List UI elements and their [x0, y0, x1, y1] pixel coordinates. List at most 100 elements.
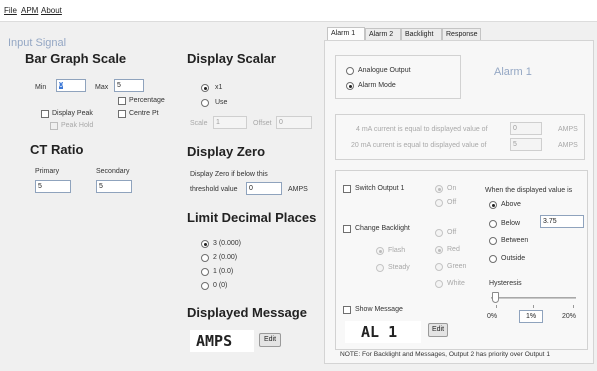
min-label: Min	[35, 84, 47, 91]
change-backlight-checkbox[interactable]	[343, 225, 351, 233]
backlight-flash-radio[interactable]	[376, 247, 384, 255]
decimal-0-radio[interactable]	[201, 282, 209, 290]
offset-input[interactable]: 0	[276, 116, 312, 129]
input-signal-title: Input Signal	[8, 37, 67, 49]
ma4-label: 4 mA current is equal to displayed value…	[356, 126, 488, 133]
threshold-label: threshold value	[190, 186, 238, 193]
display-scalar-title: Display Scalar	[187, 51, 276, 66]
ct-ratio-title: CT Ratio	[30, 142, 84, 157]
ma4-input[interactable]: 0	[510, 122, 542, 135]
analogue-output-label: Analogue Output	[358, 67, 411, 74]
backlight-green-radio[interactable]	[435, 263, 443, 271]
scalar-x1-radio[interactable]	[201, 84, 209, 92]
ma20-input[interactable]: 5	[510, 138, 542, 151]
scalar-use-label: Use	[215, 99, 228, 106]
condition-value-input[interactable]: 3.75	[540, 215, 584, 228]
condition-outside-radio[interactable]	[489, 255, 497, 263]
offset-label: Offset	[253, 120, 272, 127]
decimal-2-label: 2 (0.00)	[213, 254, 238, 261]
alarm-mode-radio[interactable]	[346, 82, 354, 90]
ma20-unit: AMPS	[558, 142, 578, 149]
backlight-off-radio[interactable]	[435, 229, 443, 237]
alarm-message-edit-button[interactable]: Edit	[428, 323, 448, 337]
secondary-input[interactable]: 5	[96, 180, 132, 193]
analogue-output-radio[interactable]	[346, 67, 354, 75]
bar-graph-scale-title: Bar Graph Scale	[25, 51, 127, 66]
primary-label: Primary	[35, 168, 60, 175]
max-input[interactable]: 5	[114, 79, 144, 92]
display-peak-checkbox[interactable]	[41, 110, 49, 118]
scalar-use-radio[interactable]	[201, 99, 209, 107]
analogue-group	[335, 114, 585, 160]
switch-off-radio[interactable]	[435, 199, 443, 207]
switch-off-label: Off	[447, 199, 457, 206]
decimal-3-label: 3 (0.000)	[213, 240, 242, 247]
condition-between-radio[interactable]	[489, 237, 497, 245]
backlight-green-label: Green	[447, 263, 467, 270]
decimal-3-radio[interactable]	[201, 240, 209, 248]
backlight-red-label: Red	[447, 246, 460, 253]
show-message-label: Show Message	[355, 306, 403, 313]
priority-note: NOTE: For Backlight and Messages, Output…	[340, 351, 550, 358]
show-message-checkbox[interactable]	[343, 306, 351, 314]
switch-output-checkbox[interactable]	[343, 185, 351, 193]
change-backlight-label: Change Backlight	[355, 225, 410, 232]
centre-pt-checkbox[interactable]	[118, 110, 126, 118]
alarm-mode-label: Alarm Mode	[358, 82, 396, 89]
message-edit-button[interactable]: Edit	[259, 333, 281, 347]
backlight-off-label: Off	[447, 229, 457, 236]
displayed-message-title: Displayed Message	[187, 305, 307, 320]
percentage-checkbox[interactable]	[118, 97, 126, 105]
hysteresis-max-label: 20%	[562, 313, 577, 320]
decimal-0-label: 0 (0)	[213, 282, 228, 289]
ma20-label: 20 mA current is equal to displayed valu…	[351, 142, 487, 149]
menu-bar: File APM About	[0, 0, 597, 22]
hysteresis-slider-thumb[interactable]	[492, 292, 499, 303]
limit-decimal-title: Limit Decimal Places	[187, 210, 317, 225]
min-input[interactable]: 0	[56, 79, 86, 92]
hysteresis-min-label: 0%	[487, 313, 498, 320]
menu-apm[interactable]: APM	[21, 6, 38, 15]
primary-input[interactable]: 5	[35, 180, 71, 193]
scalar-x1-label: x1	[215, 84, 223, 91]
condition-above-radio[interactable]	[489, 201, 497, 209]
slider-tick	[533, 305, 534, 308]
condition-outside-label: Outside	[501, 255, 526, 262]
backlight-steady-radio[interactable]	[376, 264, 384, 272]
display-peak-label: Display Peak	[52, 110, 93, 117]
hysteresis-slider-track[interactable]	[491, 297, 576, 299]
scale-input[interactable]: 1	[213, 116, 247, 129]
backlight-red-radio[interactable]	[435, 246, 443, 254]
scale-label: Scale	[190, 120, 208, 127]
condition-above-label: Above	[501, 201, 521, 208]
slider-tick	[496, 305, 497, 308]
max-label: Max	[95, 84, 109, 91]
peak-hold-checkbox[interactable]	[50, 122, 58, 130]
switch-output-label: Switch Output 1	[355, 185, 405, 192]
switch-on-label: On	[447, 185, 457, 192]
when-displayed-label: When the displayed value is	[485, 187, 573, 194]
threshold-input[interactable]: 0	[246, 182, 282, 195]
slider-tick	[573, 305, 574, 308]
backlight-white-label: White	[447, 280, 465, 287]
centre-pt-label: Centre Pt	[129, 110, 159, 117]
percentage-label: Percentage	[129, 97, 165, 104]
decimal-2-radio[interactable]	[201, 254, 209, 262]
output-mode-group	[335, 55, 461, 99]
decimal-1-radio[interactable]	[201, 268, 209, 276]
condition-below-radio[interactable]	[489, 220, 497, 228]
display-zero-title: Display Zero	[187, 144, 266, 159]
ma4-unit: AMPS	[558, 126, 578, 133]
tab-alarm-1[interactable]: Alarm 1	[327, 27, 365, 41]
menu-about[interactable]: About	[41, 6, 62, 15]
decimal-1-label: 1 (0.0)	[213, 268, 234, 275]
backlight-steady-label: Steady	[388, 264, 410, 271]
backlight-white-radio[interactable]	[435, 280, 443, 288]
display-zero-desc: Display Zero if below this	[190, 171, 268, 178]
switch-on-radio[interactable]	[435, 185, 443, 193]
alarm-message-display: AL 1	[345, 321, 421, 343]
peak-hold-label: Peak Hold	[61, 122, 94, 129]
hysteresis-value: 1%	[519, 310, 543, 323]
condition-below-label: Below	[501, 220, 521, 227]
menu-file[interactable]: File	[4, 6, 17, 15]
